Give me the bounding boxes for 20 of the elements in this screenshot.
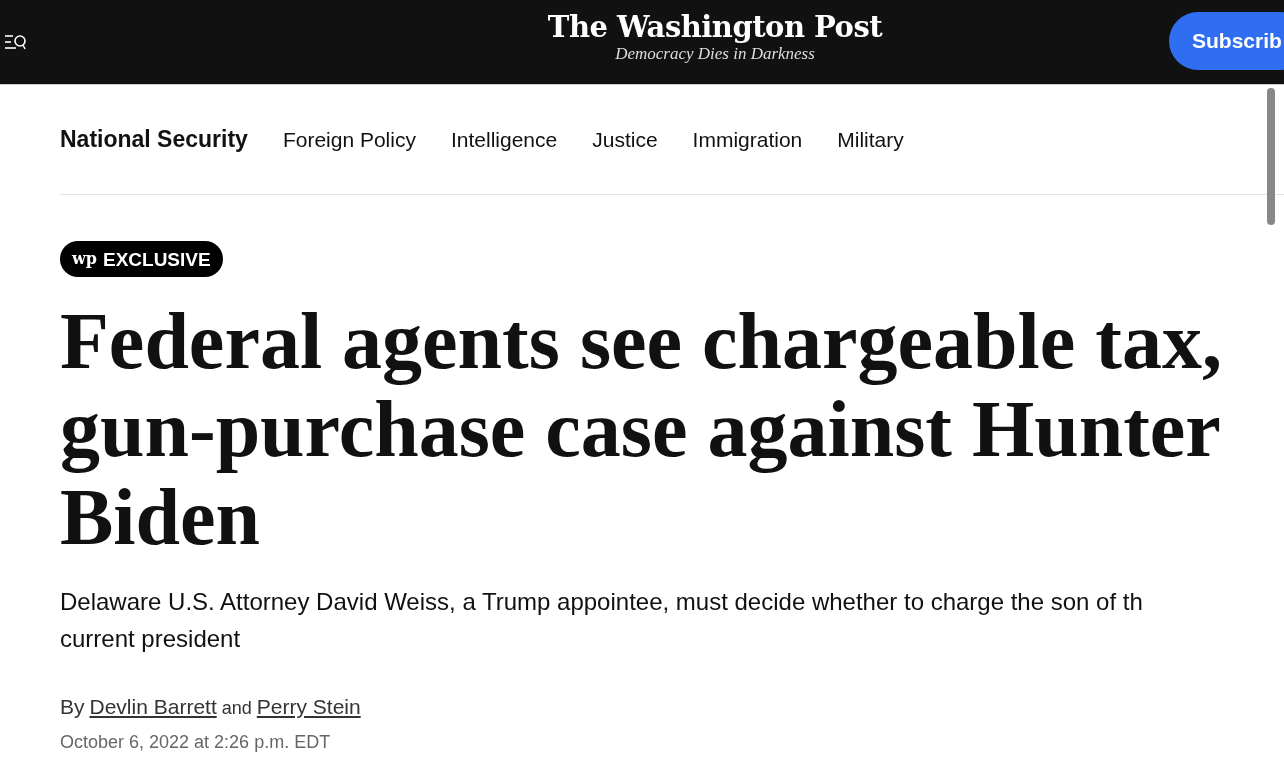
subscribe-button[interactable]: Subscrib (1169, 12, 1284, 70)
section-tab[interactable]: Military (837, 123, 904, 156)
section-tab[interactable]: Intelligence (450, 123, 558, 156)
section-tab[interactable]: National Security (60, 122, 248, 157)
byline-joiner: and (221, 697, 252, 720)
section-tab[interactable]: Justice (592, 123, 658, 156)
section-tab[interactable]: Foreign Policy (282, 123, 416, 156)
byline-prefix: By (60, 694, 85, 720)
logo[interactable]: The Washington Post (547, 10, 883, 44)
badge-label: EXCLUSIVE (102, 249, 211, 269)
timestamp: October 6, 2022 at 2:26 p.m. EDT (60, 730, 332, 754)
subheadline: Delaware U.S. Attorney David Weiss, a Trump appointee, must decide whether to charge the son of th current president (60, 587, 1144, 654)
menu-search-icon[interactable] (4, 32, 28, 52)
scrollbar-thumb[interactable] (1267, 88, 1275, 225)
tagline: Democracy Dies in Darkness (615, 44, 815, 64)
author-link[interactable]: Devlin Barrett (89, 691, 217, 723)
wp-logo: wp (72, 251, 97, 267)
author-link[interactable]: Perry Stein (256, 691, 361, 723)
headline: Federal agents see chargeable tax, gun-purchase case against Hunter Biden (60, 297, 1223, 561)
section-tab[interactable]: Immigration (692, 123, 803, 156)
